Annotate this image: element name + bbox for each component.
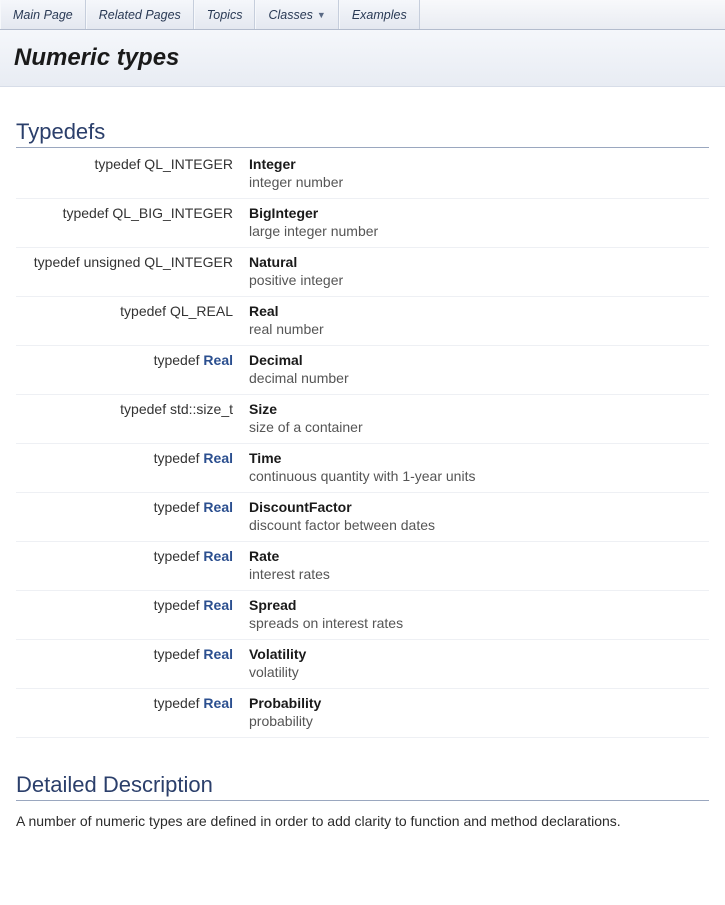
table-row: typedef Real Volatility volatility bbox=[16, 640, 709, 689]
tabs-bar: Main Page Related Pages Topics Classes ▼… bbox=[0, 0, 725, 30]
typedef-name[interactable]: Rate bbox=[249, 548, 279, 564]
typedef-right: Size size of a container bbox=[241, 395, 709, 444]
typedef-prefix: typedef bbox=[154, 450, 204, 466]
tab-label: Examples bbox=[352, 8, 407, 22]
typedef-right: Integer integer number bbox=[241, 150, 709, 199]
type-link-real[interactable]: Real bbox=[203, 450, 233, 466]
typedef-description: spreads on interest rates bbox=[249, 615, 705, 631]
typedef-prefix: typedef bbox=[154, 499, 204, 515]
table-row: typedef unsigned QL_INTEGER Natural positi… bbox=[16, 248, 709, 297]
typedef-left: typedef QL_BIG_INTEGER bbox=[16, 199, 241, 248]
typedefs-table: typedef QL_INTEGERIntegerinteger numbert… bbox=[16, 150, 709, 738]
tab-topics[interactable]: Topics bbox=[194, 0, 256, 29]
typedef-right: Time continuous quantity with 1-year unit… bbox=[241, 444, 709, 493]
typedef-prefix: typedef bbox=[154, 695, 204, 711]
table-row: typedef QL_BIG_INTEGER BigInteger large in… bbox=[16, 199, 709, 248]
typedef-right: Rate interest rates bbox=[241, 542, 709, 591]
typedef-left: typedef unsigned QL_INTEGER bbox=[16, 248, 241, 297]
typedef-right: Probability probability bbox=[241, 689, 709, 738]
detailed-description-text: A number of numeric types are defined in… bbox=[16, 811, 709, 831]
typedef-description: probability bbox=[249, 713, 705, 729]
type-link-real[interactable]: Real bbox=[203, 646, 233, 662]
tab-main-page[interactable]: Main Page bbox=[0, 0, 86, 29]
typedef-left: typedef Real bbox=[16, 493, 241, 542]
typedef-description: positive integer bbox=[249, 272, 705, 288]
section-heading-detailed: Detailed Description bbox=[16, 772, 709, 801]
table-row: typedef Real Rate interest rates bbox=[16, 542, 709, 591]
typedef-prefix: typedef std::size_t bbox=[120, 401, 233, 417]
typedef-description: interest rates bbox=[249, 566, 705, 582]
tab-related-pages[interactable]: Related Pages bbox=[86, 0, 194, 29]
page-title: Numeric types bbox=[14, 44, 711, 72]
typedef-description: real number bbox=[249, 321, 705, 337]
typedef-left: typedef Real bbox=[16, 689, 241, 738]
typedef-name[interactable]: DiscountFactor bbox=[249, 499, 352, 515]
tab-label: Topics bbox=[207, 8, 243, 22]
type-link-real[interactable]: Real bbox=[203, 695, 233, 711]
table-row: typedef Real Decimal decimal number bbox=[16, 346, 709, 395]
typedef-prefix: typedef bbox=[154, 646, 204, 662]
typedef-left: typedef Real bbox=[16, 591, 241, 640]
typedef-right: DiscountFactor discount factor between da… bbox=[241, 493, 709, 542]
tab-classes[interactable]: Classes ▼ bbox=[255, 0, 338, 29]
typedef-name[interactable]: Natural bbox=[249, 254, 297, 270]
table-row: typedef Real Spread spreads on interest ra… bbox=[16, 591, 709, 640]
typedef-description: large integer number bbox=[249, 223, 705, 239]
typedef-left: typedef Real bbox=[16, 640, 241, 689]
section-heading-typedefs: Typedefs bbox=[16, 119, 709, 148]
typedef-name[interactable]: Decimal bbox=[249, 352, 303, 368]
typedef-description: discount factor between dates bbox=[249, 517, 705, 533]
typedef-right: Spread spreads on interest rates bbox=[241, 591, 709, 640]
typedef-prefix: typedef bbox=[154, 548, 204, 564]
typedef-name[interactable]: Spread bbox=[249, 597, 296, 613]
tab-label: Classes bbox=[268, 8, 312, 22]
typedef-prefix: typedef bbox=[154, 597, 204, 613]
table-row: typedef Real DiscountFactor discount facto… bbox=[16, 493, 709, 542]
tab-label: Related Pages bbox=[99, 8, 181, 22]
typedef-right: Decimal decimal number bbox=[241, 346, 709, 395]
typedef-left: typedef Real bbox=[16, 444, 241, 493]
typedef-name[interactable]: Size bbox=[249, 401, 277, 417]
typedef-prefix: typedef QL_BIG_INTEGER bbox=[63, 205, 233, 221]
table-row: typedef std::size_t Sizesize of a contain… bbox=[16, 395, 709, 444]
typedef-right: Real real number bbox=[241, 297, 709, 346]
typedef-prefix: typedef bbox=[154, 352, 204, 368]
content-area: Typedefs typedef QL_INTEGER Integer intege… bbox=[0, 87, 725, 861]
typedef-left: typedef Real bbox=[16, 542, 241, 591]
detailed-description: Detailed Description A number of numeric… bbox=[16, 772, 709, 831]
typedef-description: size of a container bbox=[249, 419, 705, 435]
type-link-real[interactable]: Real bbox=[203, 352, 233, 368]
typedef-prefix: typedef QL_INTEGER bbox=[94, 156, 233, 172]
table-row: typedef QL_INTEGER Integer integer number bbox=[16, 150, 709, 199]
typedef-left: typedef QL_REAL bbox=[16, 297, 241, 346]
typedef-name[interactable]: Integer bbox=[249, 156, 296, 172]
typedef-description: integer number bbox=[249, 174, 705, 190]
chevron-down-icon: ▼ bbox=[317, 10, 326, 20]
typedef-description: decimal number bbox=[249, 370, 705, 386]
typedef-description: continuous quantity with 1-year units bbox=[249, 468, 705, 484]
typedef-name[interactable]: Time bbox=[249, 450, 281, 466]
typedef-name[interactable]: Probability bbox=[249, 695, 321, 711]
table-row: typedef QL_REAL Real real number bbox=[16, 297, 709, 346]
typedef-name[interactable]: BigInteger bbox=[249, 205, 318, 221]
typedef-name[interactable]: Volatility bbox=[249, 646, 306, 662]
typedef-left: typedef QL_INTEGER bbox=[16, 150, 241, 199]
table-row: typedef Real Probability probability bbox=[16, 689, 709, 738]
type-link-real[interactable]: Real bbox=[203, 499, 233, 515]
typedef-right: Volatility volatility bbox=[241, 640, 709, 689]
typedef-name[interactable]: Real bbox=[249, 303, 279, 319]
typedef-left: typedef std::size_t bbox=[16, 395, 241, 444]
type-link-real[interactable]: Real bbox=[203, 548, 233, 564]
typedef-right: Natural positive integer bbox=[241, 248, 709, 297]
tab-examples[interactable]: Examples bbox=[339, 0, 420, 29]
typedef-prefix: typedef unsigned QL_INTEGER bbox=[34, 254, 233, 270]
typedef-right: BigInteger large integer number bbox=[241, 199, 709, 248]
typedef-prefix: typedef QL_REAL bbox=[120, 303, 233, 319]
typedef-left: typedef Real bbox=[16, 346, 241, 395]
table-row: typedef Real Time continuous quantity with… bbox=[16, 444, 709, 493]
type-link-real[interactable]: Real bbox=[203, 597, 233, 613]
title-bar: Numeric types bbox=[0, 30, 725, 87]
tab-label: Main Page bbox=[13, 8, 73, 22]
typedef-description: volatility bbox=[249, 664, 705, 680]
